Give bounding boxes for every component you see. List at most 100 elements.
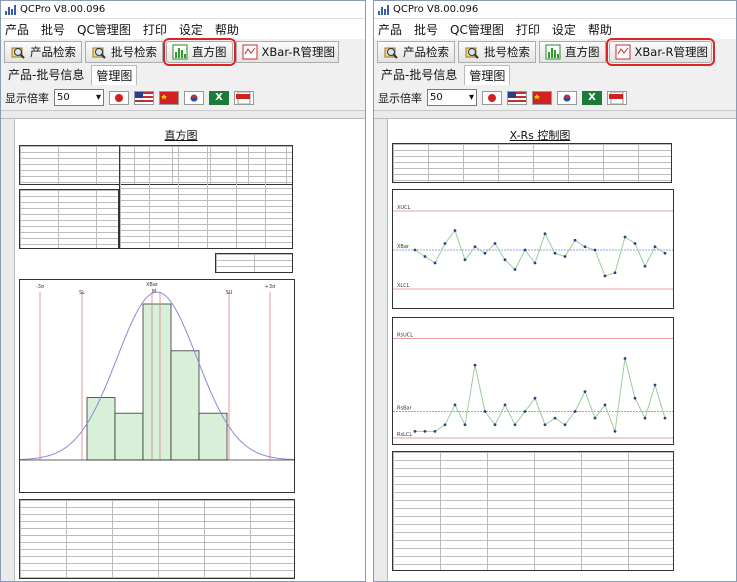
report-page: 直方图 -3σ SL XBar M SU +3σ (17, 121, 345, 581)
usa-flag-icon[interactable] (134, 90, 154, 105)
zoom-select[interactable]: 50 ▾ (427, 89, 477, 106)
japan-flag-icon[interactable] (109, 90, 129, 105)
tab-histogram[interactable]: 直方图 (539, 41, 606, 63)
menu-item-print[interactable]: 打印 (516, 21, 540, 38)
column-header (374, 111, 736, 119)
rs-chart-svg: RsUCL RsBar RsLCL (393, 333, 673, 439)
data-point (643, 416, 647, 420)
tab-xbar-r-chart[interactable]: XBar-R管理图 (235, 41, 339, 63)
pdf-export-icon[interactable] (234, 90, 254, 105)
data-point (573, 410, 577, 413)
data-point (503, 403, 507, 407)
data-point (593, 248, 597, 252)
data-point (633, 242, 637, 245)
data-point (663, 251, 667, 255)
data-point (583, 245, 587, 249)
korea-flag-icon[interactable] (184, 90, 204, 105)
china-flag-icon[interactable] (159, 90, 179, 105)
menu-bar: 产品 批号 QC管理图 打印 设定 帮助 (374, 19, 736, 39)
data-point (543, 232, 547, 236)
data-point (413, 429, 417, 433)
menu-item-product[interactable]: 产品 (378, 21, 402, 38)
data-point (523, 410, 527, 413)
batch-list-table (19, 189, 119, 249)
data-point (633, 396, 637, 400)
data-point (603, 274, 607, 278)
subtab-control-chart[interactable]: 管理图 (91, 65, 138, 85)
tab-batch-search[interactable]: 批号检索 (458, 41, 536, 63)
menu-item-help[interactable]: 帮助 (215, 21, 239, 38)
histogram-bar (198, 412, 228, 461)
usa-flag-icon[interactable] (507, 90, 527, 105)
series-line (414, 229, 666, 277)
control-limit-label: RsBar (397, 406, 413, 412)
tab-label: XBar-R管理图 (634, 45, 708, 59)
data-point (623, 235, 627, 239)
control-limit-label: RsLCL (397, 432, 412, 438)
app-title: QCPro V8.00.096 (20, 4, 106, 15)
menu-item-settings[interactable]: 设定 (552, 21, 576, 38)
menu-item-batch[interactable]: 批号 (414, 21, 438, 38)
tab-batch-search[interactable]: 批号检索 (85, 41, 163, 63)
histogram-bar (142, 303, 172, 461)
menu-item-print[interactable]: 打印 (143, 21, 167, 38)
menu-item-settings[interactable]: 设定 (179, 21, 203, 38)
xbar-chart-icon (615, 44, 631, 60)
japan-flag-icon[interactable] (482, 90, 502, 105)
menu-item-qc-chart[interactable]: QC管理图 (450, 21, 504, 38)
data-point (473, 363, 477, 367)
view-toolbar: 显示倍率 50 ▾ X (1, 85, 365, 111)
data-point (563, 255, 567, 258)
magnifier-icon (91, 44, 107, 60)
tab-histogram[interactable]: 直方图 (163, 38, 236, 66)
subtab-control-chart[interactable]: 管理图 (464, 65, 511, 85)
title-bar: QCPro V8.00.096 (374, 1, 736, 19)
control-limit-label: RsUCL (397, 333, 413, 339)
menu-item-qc-chart[interactable]: QC管理图 (77, 21, 131, 38)
subtab-product-batch-info[interactable]: 产品-批号信息 (376, 64, 462, 85)
row-header (374, 119, 388, 581)
tab-xbar-r-chart[interactable]: XBar-R管理图 (605, 38, 715, 66)
left-window: QCPro V8.00.096 产品 批号 QC管理图 打印 设定 帮助 产品检… (0, 0, 366, 582)
menu-item-batch[interactable]: 批号 (41, 21, 65, 38)
chart-title: X-Rs 控制图 (509, 129, 571, 142)
data-point (463, 423, 467, 427)
title-bar: QCPro V8.00.096 (1, 1, 365, 19)
sigma-label: SL (79, 290, 85, 296)
data-point (573, 238, 577, 242)
menu-item-product[interactable]: 产品 (5, 21, 29, 38)
data-point (493, 423, 497, 427)
data-point (623, 357, 627, 360)
sub-tabs: 产品-批号信息 管理图 (1, 65, 365, 85)
tab-label: 直方图 (192, 45, 227, 59)
chart-title: 直方图 (164, 129, 198, 142)
zoom-select[interactable]: 50 ▾ (54, 89, 104, 106)
sigma-label: -3σ (36, 284, 45, 290)
histogram-icon (545, 44, 561, 60)
stats-table (119, 145, 293, 249)
pdf-export-icon[interactable] (607, 90, 627, 105)
sub-tabs: 产品-批号信息 管理图 (374, 65, 736, 85)
china-flag-icon[interactable] (532, 90, 552, 105)
control-limit-label: XLCL (397, 283, 410, 289)
tab-label: 直方图 (565, 45, 600, 59)
data-point (453, 229, 457, 232)
x-chart-svg: XUCL XBar XLCL (393, 205, 673, 290)
data-point (653, 245, 657, 249)
report-sheet: X-Rs 控制图 XUCL XBar XLCL RsUCL RsBar RsLCL (374, 111, 736, 581)
korea-flag-icon[interactable] (557, 90, 577, 105)
tab-product-search[interactable]: 产品检索 (4, 41, 82, 63)
histogram-bar (114, 412, 144, 461)
subtab-product-batch-info[interactable]: 产品-批号信息 (3, 64, 89, 85)
data-point (483, 410, 487, 413)
data-point (543, 423, 547, 427)
data-point (473, 245, 477, 249)
data-point (663, 416, 667, 420)
tab-product-search[interactable]: 产品检索 (377, 41, 455, 63)
excel-export-icon[interactable]: X (582, 90, 602, 105)
menu-item-help[interactable]: 帮助 (588, 21, 612, 38)
excel-export-icon[interactable]: X (209, 90, 229, 105)
report-page: X-Rs 控制图 XUCL XBar XLCL RsUCL RsBar RsLCL (390, 121, 690, 581)
data-point (533, 261, 537, 265)
product-info-table (392, 143, 672, 183)
